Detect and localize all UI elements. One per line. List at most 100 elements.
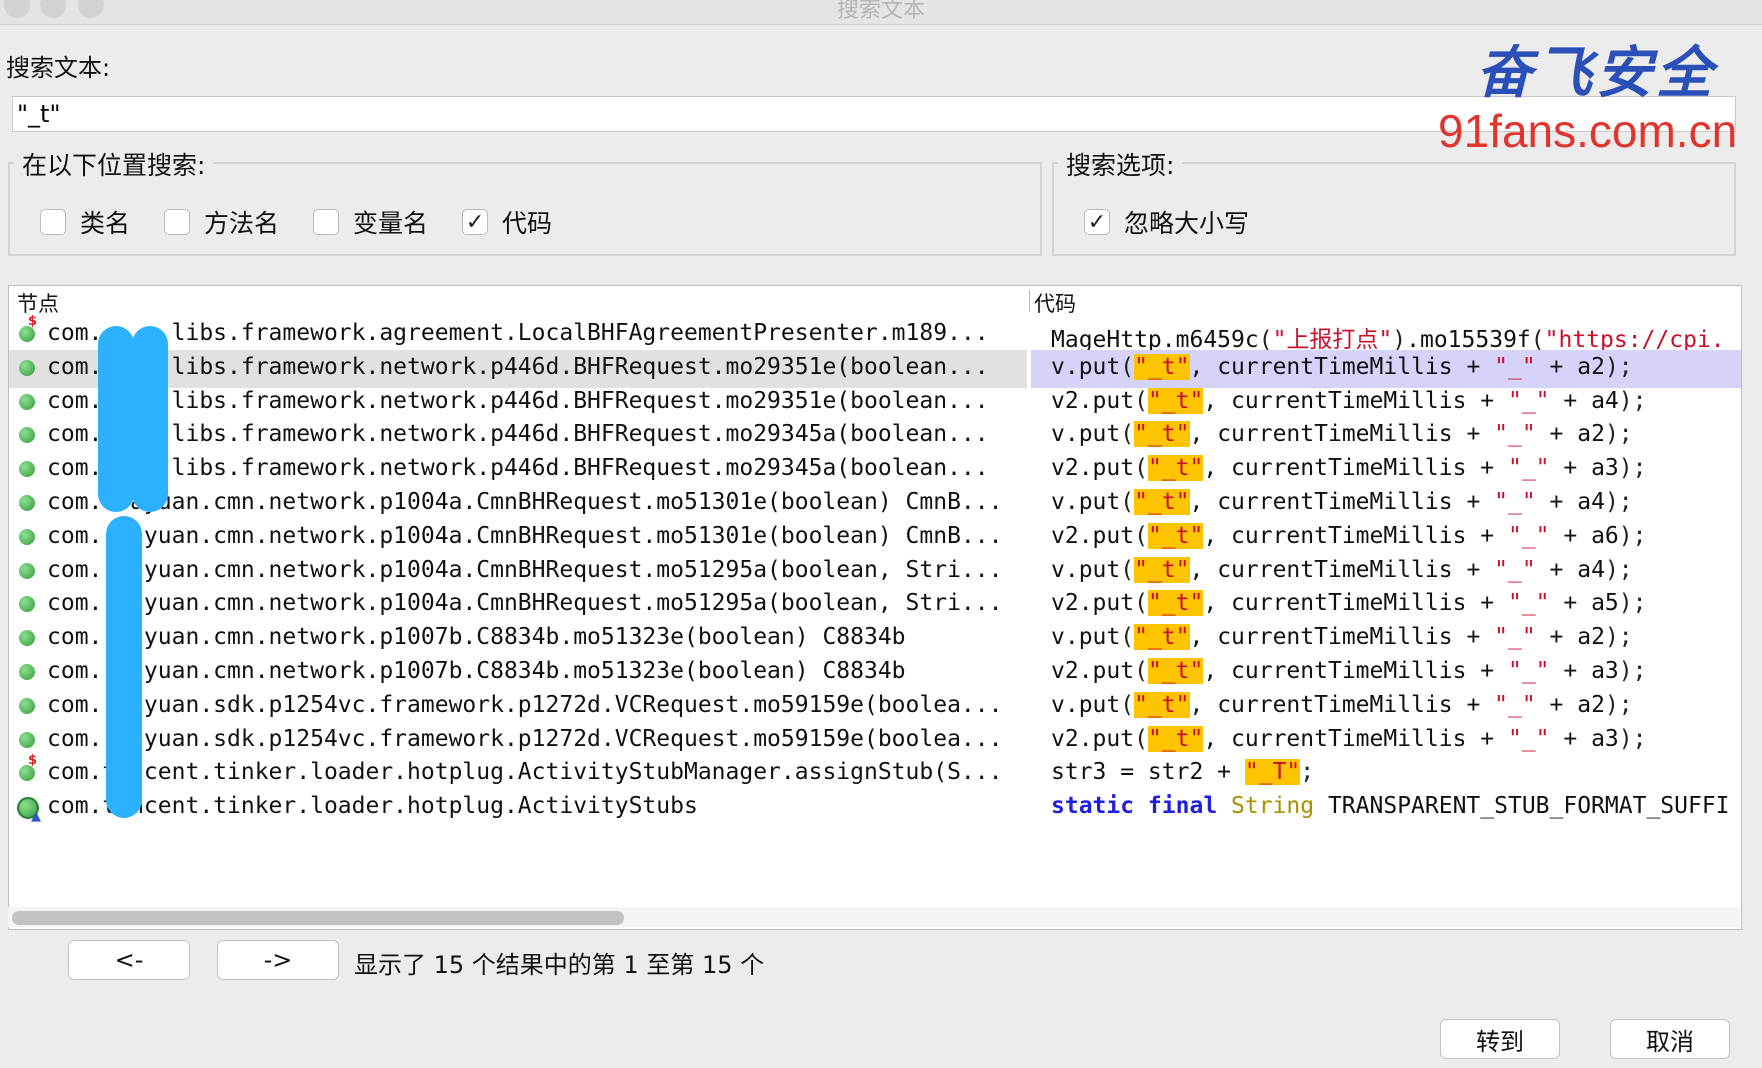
goto-button[interactable]: 转到 [1440, 1019, 1560, 1059]
node-cell[interactable]: com. ayuan.cmn.network.p1007b.C8834b.mo5… [9, 654, 1027, 692]
match-highlight: "_T" [1244, 759, 1301, 786]
next-page-button[interactable]: -> [217, 940, 339, 980]
node-cell[interactable]: com. ayuan.cmn.network.p1007b.C8834b.mo5… [9, 620, 1027, 658]
method-icon [19, 359, 35, 376]
code-token: str3 = str2 + [1051, 759, 1245, 786]
code-cell[interactable]: v2.put("_t", currentTimeMillis + "_" + a… [1031, 586, 1741, 624]
scope-option[interactable]: 变量名 [313, 204, 428, 240]
code-cell[interactable]: v.put("_t", currentTimeMillis + "_" + a2… [1031, 688, 1741, 726]
code-cell[interactable]: v2.put("_t", currentTimeMillis + "_" + a… [1031, 519, 1741, 557]
code-cell[interactable]: v2.put("_t", currentTimeMillis + "_" + a… [1031, 384, 1741, 422]
result-row[interactable]: com. ayuan.cmn.network.p1004a.CmnBHReque… [9, 485, 1741, 523]
code-cell[interactable]: v2.put("_t", currentTimeMillis + "_" + a… [1031, 654, 1741, 692]
code-token: , currentTimeMillis + [1189, 421, 1495, 448]
node-column-header[interactable]: 节点 [17, 288, 59, 318]
code-token: , currentTimeMillis + [1189, 691, 1495, 718]
code-cell[interactable]: v.put("_t", currentTimeMillis + "_" + a4… [1031, 485, 1741, 523]
code-token: ); [1604, 489, 1633, 515]
checkbox[interactable] [313, 209, 340, 235]
checkbox-checked[interactable]: ✓ [462, 209, 489, 235]
code-token: , currentTimeMillis + [1189, 624, 1495, 651]
checkbox[interactable] [164, 209, 191, 235]
node-cell[interactable]: ▲ com.tencent.tinker.loader.hotplug.Activ… [9, 789, 1027, 827]
code-cell[interactable]: MageHttp.m6459c("上报打点").mo15539f("https:… [1031, 316, 1741, 354]
node-cell[interactable]: com. ayuan.sdk.p1254vc.framework.p1272d.… [9, 722, 1027, 760]
result-row[interactable]: ▲ com.tencent.tinker.loader.hotplug.Activ… [9, 789, 1741, 827]
search-option-label: 忽略大小写 [1124, 209, 1250, 238]
method-icon [19, 562, 35, 579]
scrollbar-thumb[interactable] [12, 911, 624, 925]
node-path: com. ayuan.cmn.network.p1004a.CmnBHReque… [47, 522, 1003, 549]
result-row[interactable]: com. ayuan.sdk.p1254vc.framework.p1272d.… [9, 722, 1741, 760]
node-path: com.tencent.tinker.loader.hotplug.Activi… [47, 793, 698, 820]
result-row[interactable]: $ com. .e.libs.framework.agreement.LocalB… [9, 314, 1741, 354]
result-row[interactable]: com. ayuan.sdk.p1254vc.framework.p1272d.… [9, 688, 1741, 726]
code-token: String [1231, 793, 1328, 820]
scope-option[interactable]: ✓ 代码 [462, 204, 552, 240]
checkbox-checked[interactable]: ✓ [1084, 209, 1110, 235]
result-row[interactable]: com. .e.libs.framework.network.p446d.BHF… [9, 384, 1741, 422]
method-dollar-icon: $ [19, 314, 37, 342]
code-snippet: v2.put("_t", currentTimeMillis + "_" + a… [1051, 590, 1647, 617]
result-row[interactable]: com. .e.libs.framework.network.p446d.BHF… [9, 451, 1741, 489]
code-cell[interactable]: str3 = str2 + "_T"; [1031, 755, 1741, 793]
code-cell[interactable]: v.put("_t", currentTimeMillis + "_" + a4… [1031, 553, 1741, 591]
watermark-logo: 奋飞安全 [1476, 40, 1716, 106]
match-highlight: "_t" [1147, 522, 1204, 549]
result-row[interactable]: $ com.tencent.tinker.loader.hotplug.Activ… [9, 753, 1741, 793]
result-row[interactable]: com. .e.libs.framework.network.p446d.BHF… [9, 417, 1741, 455]
scope-option[interactable]: 类名 [40, 204, 130, 240]
code-token: v.put [1051, 421, 1121, 448]
node-path: com. ayuan.cmn.network.p1007b.C8834b.mo5… [47, 658, 906, 684]
result-row[interactable]: com. .e.libs.framework.network.p446d.BHF… [9, 349, 1741, 388]
result-row[interactable]: com. ayuan.cmn.network.p1004a.CmnBHReque… [9, 519, 1741, 557]
code-token: ); [1618, 725, 1647, 752]
node-cell[interactable]: $ com.tencent.tinker.loader.hotplug.Activ… [9, 753, 1027, 793]
checkbox[interactable] [40, 209, 66, 235]
redaction-mark [132, 326, 168, 512]
search-option[interactable]: ✓ 忽略大小写 [1084, 204, 1249, 240]
code-token: + a6 [1549, 522, 1619, 549]
node-cell[interactable]: com. ayuan.cmn.network.p1004a.CmnBHReque… [9, 519, 1027, 557]
result-row[interactable]: com. ayuan.cmn.network.p1004a.CmnBHReque… [9, 553, 1741, 591]
match-highlight: "_t" [1134, 353, 1190, 380]
node-path: com. ayuan.sdk.p1254vc.framework.p1272d.… [47, 691, 1003, 718]
code-column-header[interactable]: 代码 [1034, 288, 1076, 318]
code-token: ); [1618, 590, 1647, 617]
code-token: + a2 [1535, 624, 1605, 651]
code-cell[interactable]: static final String TRANSPARENT_STUB_FOR… [1031, 789, 1741, 827]
code-cell[interactable]: v2.put("_t", currentTimeMillis + "_" + a… [1031, 722, 1741, 760]
scope-option[interactable]: 方法名 [164, 204, 279, 240]
result-row[interactable]: com. ayuan.cmn.network.p1007b.C8834b.mo5… [9, 620, 1741, 658]
code-cell[interactable]: v.put("_t", currentTimeMillis + "_" + a2… [1031, 417, 1741, 455]
code-token: , currentTimeMillis + [1189, 353, 1495, 380]
code-token: "_" [1494, 556, 1536, 583]
prev-page-button[interactable]: <- [68, 940, 190, 980]
dollar-icon: $ [28, 753, 38, 769]
node-path: com. .e.libs.framework.network.p446d.BHF… [47, 455, 989, 482]
code-token: , currentTimeMillis + [1189, 556, 1495, 583]
code-token: ); [1604, 556, 1633, 583]
results-table[interactable]: 节点 代码 $ com. .e.libs.framework.agreement.… [8, 285, 1742, 930]
code-snippet: v2.put("_t", currentTimeMillis + "_" + a… [1051, 522, 1646, 549]
code-token: "_" [1507, 522, 1550, 549]
node-cell[interactable]: com. ayuan.sdk.p1254vc.framework.p1272d.… [9, 688, 1027, 726]
horizontal-scrollbar[interactable] [8, 907, 1740, 927]
code-token: + a2 [1535, 691, 1605, 718]
match-highlight: "_t" [1134, 556, 1190, 583]
node-cell[interactable]: com. ayuan.cmn.network.p1004a.CmnBHReque… [9, 586, 1027, 624]
node-cell[interactable]: com. ayuan.cmn.network.p1004a.CmnBHReque… [9, 553, 1027, 591]
cancel-button[interactable]: 取消 [1610, 1019, 1730, 1059]
code-cell[interactable]: v.put("_t", currentTimeMillis + "_" + a2… [1031, 620, 1741, 658]
window-title: 搜索文本 [836, 0, 925, 23]
method-icon [19, 664, 35, 680]
code-snippet: v.put("_t", currentTimeMillis + "_" + a4… [1051, 489, 1633, 515]
code-cell[interactable]: v.put("_t", currentTimeMillis + "_" + a2… [1031, 349, 1741, 388]
node-path: com. .e.libs.framework.network.p446d.BHF… [47, 387, 989, 414]
result-row[interactable]: com. ayuan.cmn.network.p1007b.C8834b.mo5… [9, 654, 1741, 692]
code-snippet: v.put("_t", currentTimeMillis + "_" + a2… [1051, 624, 1633, 651]
code-cell[interactable]: v2.put("_t", currentTimeMillis + "_" + a… [1031, 451, 1741, 489]
result-row[interactable]: com. ayuan.cmn.network.p1004a.CmnBHReque… [9, 586, 1741, 624]
column-divider[interactable] [1029, 290, 1030, 312]
code-token: v.put [1051, 691, 1121, 718]
